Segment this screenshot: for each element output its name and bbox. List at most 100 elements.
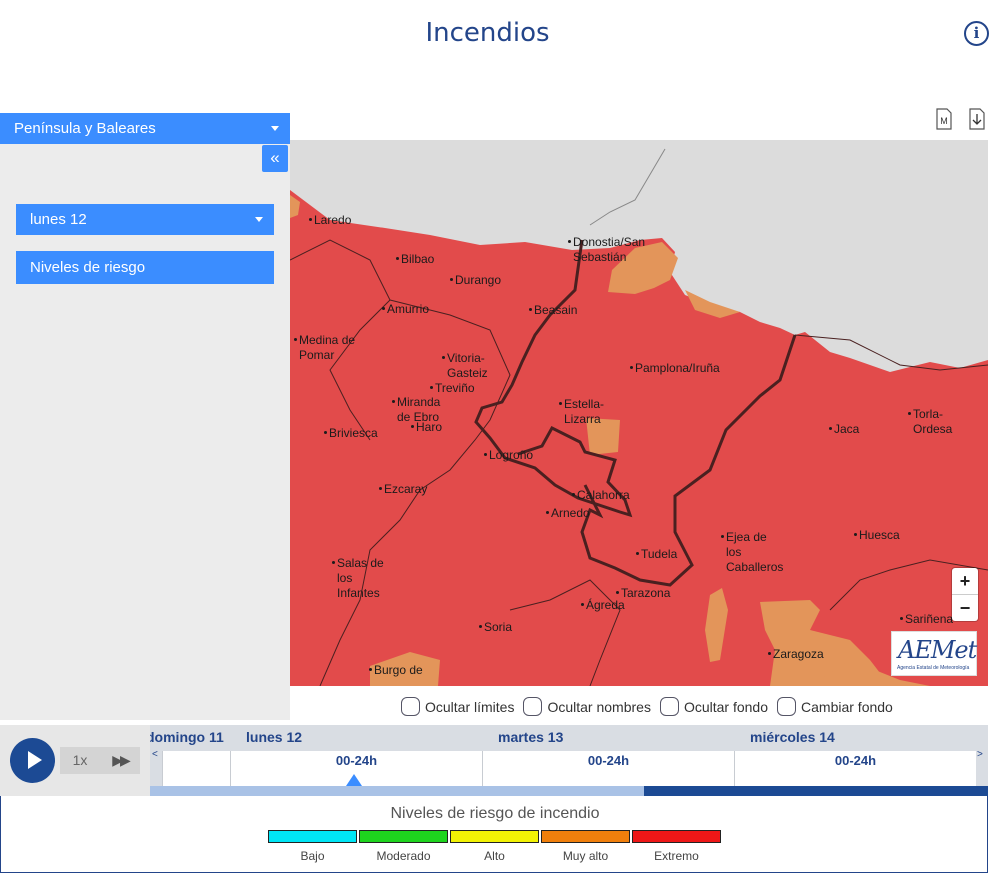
zoom-out-button[interactable]: − — [952, 594, 978, 620]
fast-forward-icon[interactable]: ▶▶ — [100, 747, 140, 774]
info-icon[interactable]: i — [964, 21, 989, 46]
place-marker — [382, 307, 385, 310]
fire-risk-map[interactable]: Laredo Bilbao Durango Donostia/San Sebastiá… — [290, 140, 988, 686]
option-checkbox[interactable]: Ocultar nombres — [523, 697, 651, 716]
option-checkbox[interactable]: Ocultar límites — [401, 697, 514, 716]
map-options: Ocultar límites Ocultar nombres Ocultar fo… — [401, 697, 902, 716]
place-marker — [396, 257, 399, 260]
place-marker — [332, 561, 335, 564]
place-marker — [430, 386, 433, 389]
place-label: Treviño — [435, 381, 475, 395]
timeline-progress[interactable] — [150, 786, 988, 796]
place-label: Arnedo — [551, 506, 590, 520]
place-marker — [546, 511, 549, 514]
risk-levels-button[interactable]: Niveles de riesgo — [16, 251, 274, 284]
place-marker — [479, 625, 482, 628]
timeline-day: martes 13 — [498, 729, 564, 745]
timeline-slot-blank[interactable] — [162, 751, 230, 786]
place-label: Ágreda — [586, 598, 625, 612]
legend-label: Bajo — [300, 849, 325, 863]
option-checkbox[interactable]: Cambiar fondo — [777, 697, 893, 716]
checkbox-icon[interactable] — [777, 697, 797, 716]
timeline-slot[interactable]: 00-24h — [734, 751, 976, 786]
legend-label: Moderado — [376, 849, 431, 863]
place-label: Zaragoza — [773, 647, 824, 661]
timeline-day: miércoles 14 — [750, 729, 835, 745]
place-label: Logroño — [489, 448, 534, 462]
checkbox-icon[interactable] — [659, 697, 679, 716]
map-base-layer — [290, 140, 988, 686]
legend-title: Niveles de riesgo de incendio — [390, 805, 600, 822]
place-label: Tudela — [641, 547, 678, 561]
place-marker — [309, 218, 312, 221]
place-marker — [324, 431, 327, 434]
place-label: Burgo de — [374, 663, 423, 677]
place-label: Ezcaray — [384, 482, 428, 496]
place-marker — [559, 402, 562, 405]
timeline-slot[interactable]: 00-24h — [482, 751, 734, 786]
region-select-label: Península y Baleares — [14, 120, 156, 137]
player-controls: 1x ▶▶ — [0, 725, 150, 796]
timeline-next-icon[interactable]: > — [977, 749, 983, 760]
option-label: Ocultar nombres — [547, 698, 651, 715]
place-label: Vitoria- Gasteiz — [447, 351, 488, 380]
zoom-in-button[interactable]: + — [952, 568, 978, 594]
legend-swatch — [450, 830, 539, 843]
place-marker — [768, 652, 771, 655]
place-marker — [411, 425, 414, 428]
day-select[interactable]: lunes 12 — [16, 204, 274, 235]
place-label: Durango — [455, 273, 502, 287]
place-label: Torla- Ordesa — [913, 407, 953, 436]
timeline-day: domingo 11 — [150, 729, 224, 745]
map-legend-icon[interactable]: M — [935, 108, 953, 130]
logo-subtitle: Agencia Estatal de Meteorología — [897, 665, 970, 671]
collapse-sidebar-button[interactable]: « — [262, 145, 288, 172]
place-marker — [581, 603, 584, 606]
zoom-control: + − — [952, 568, 978, 621]
place-label: Laredo — [314, 213, 352, 227]
legend-swatch — [359, 830, 448, 843]
place-marker — [442, 356, 445, 359]
place-label: Haro — [416, 420, 443, 434]
play-icon[interactable] — [10, 738, 55, 783]
place-label: Pamplona/Iruña — [635, 361, 720, 375]
checkbox-icon[interactable] — [401, 697, 420, 716]
place-label: Medina de Pomar — [299, 333, 356, 362]
timeline-progress-fill — [644, 786, 988, 796]
speed-button[interactable]: 1x — [60, 747, 100, 774]
legend-swatch — [268, 830, 357, 843]
download-icon[interactable] — [968, 108, 986, 130]
place-label: Beasain — [534, 303, 578, 317]
place-marker — [484, 453, 487, 456]
page-title: Incendios — [425, 18, 550, 48]
place-marker — [392, 400, 395, 403]
option-checkbox[interactable]: Ocultar fondo — [659, 697, 769, 716]
place-label: Soria — [484, 620, 513, 634]
region-select[interactable]: Península y Baleares — [0, 113, 290, 144]
place-label: Jaca — [834, 422, 860, 436]
place-marker — [721, 535, 724, 538]
sidebar: Península y Baleares « lunes 12 Niveles … — [0, 113, 290, 720]
place-marker — [379, 487, 382, 490]
place-label: Tarazona — [621, 586, 671, 600]
checkbox-icon[interactable] — [523, 697, 543, 716]
legend-label: Muy alto — [562, 849, 609, 863]
aemet-logo: AEMet Agencia Estatal de Meteorología — [891, 631, 977, 676]
option-label: Ocultar límites — [425, 698, 515, 715]
place-label: Estella- Lizarra — [564, 397, 605, 426]
current-time-marker — [346, 774, 362, 786]
place-marker — [529, 308, 532, 311]
place-marker — [636, 552, 639, 555]
place-marker — [369, 668, 372, 671]
place-marker — [450, 278, 453, 281]
place-label: Salas de los Infantes — [337, 556, 384, 600]
map-icon-letter: M — [940, 116, 948, 126]
legend-swatch — [541, 830, 630, 843]
place-marker — [616, 591, 619, 594]
place-marker — [568, 240, 571, 243]
place-marker — [854, 533, 857, 536]
timeline-prev-icon[interactable]: < — [152, 749, 158, 760]
option-label: Ocultar fondo — [683, 698, 769, 715]
legend-swatch — [632, 830, 721, 843]
legend-label: Alto — [484, 849, 505, 863]
